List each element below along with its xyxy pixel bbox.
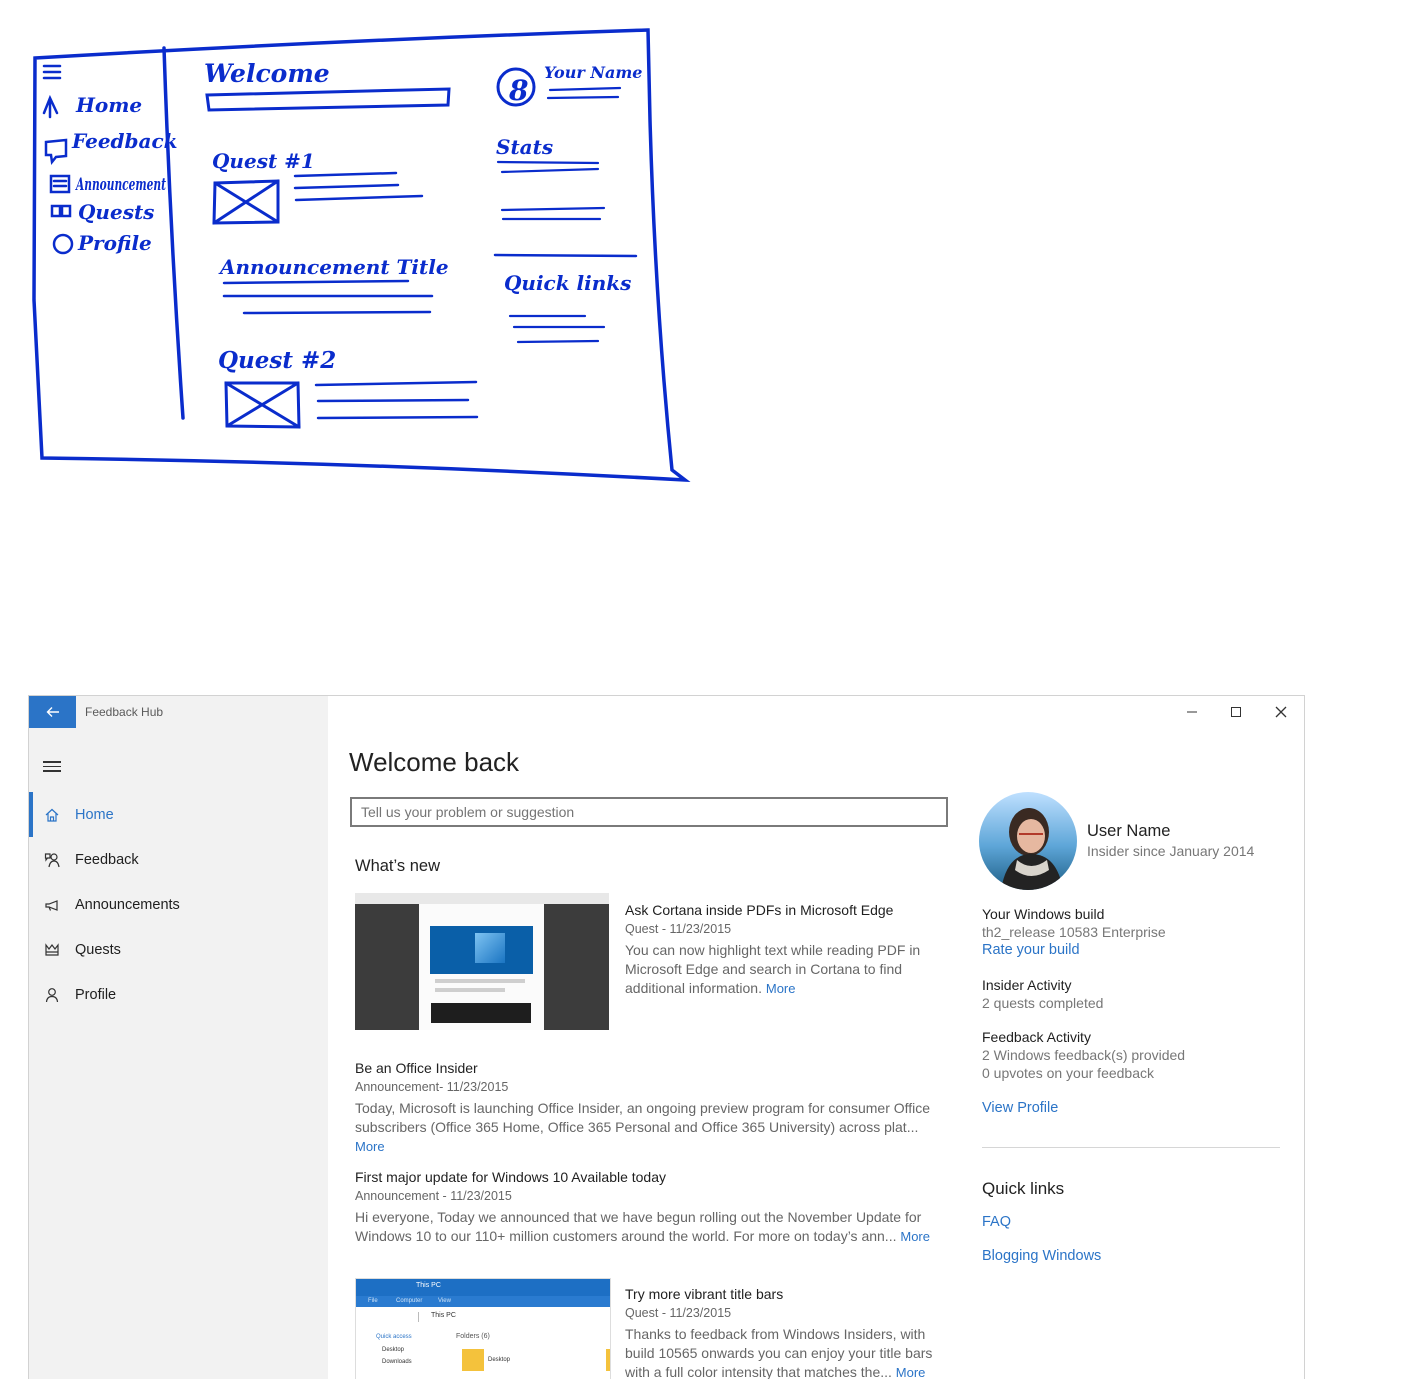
feedback-activity-section: Feedback Activity 2 Windows feedback(s) … [982,1029,1185,1081]
quests-icon [29,942,75,958]
page-title: Welcome back [349,747,520,777]
nav-label-announcements: Announcements [75,896,180,913]
explorer-tab: File [368,1298,378,1304]
sketch-quest-2: Quest #2 [218,347,336,374]
nav-item-home[interactable]: Home [29,792,328,837]
quick-links-heading: Quick links [982,1179,1065,1198]
more-link[interactable]: More [896,1365,926,1379]
whats-new-heading: What’s new [355,857,440,875]
sketch-nav-announcements: Announcement [75,175,166,195]
explorer-folder-name: Desktop [488,1357,511,1363]
explorer-path: This PC [431,1312,456,1319]
nav-item-profile[interactable]: Profile [29,972,328,1017]
home-icon [29,807,75,823]
hamburger-menu-icon[interactable] [43,758,61,774]
rate-build-link[interactable]: Rate your build [982,942,1166,958]
windows-build-section: Your Windows build th2_release 10583 Ent… [982,906,1166,958]
explorer-item: Downloads [382,1359,412,1365]
more-link[interactable]: More [900,1229,930,1244]
feed-item-text: Hi everyone, Today we announced that we … [355,1209,922,1244]
app-title: Feedback Hub [85,705,164,719]
quick-link-blogging-wrap: Blogging Windows [982,1248,1101,1264]
megaphone-icon [29,897,75,913]
user-name: User Name [1087,822,1171,840]
nav-label-feedback: Feedback [75,851,139,868]
sketch-quick-links: Quick links [504,271,631,295]
folder-icon [462,1349,484,1371]
feedback-activity-value: 2 Windows feedback(s) provided [982,1047,1186,1063]
feed-item-title: Be an Office Insider [355,1060,478,1076]
nav-item-feedback[interactable]: Feedback [29,837,328,882]
nav-label-profile: Profile [75,986,117,1003]
svg-text:8: 8 [508,74,528,107]
explorer-item: Desktop [382,1347,405,1353]
wireframe-sketch: Home Feedback Announcement Quests Profil… [32,28,691,483]
main-content: Welcome back What’s new Ask Cortana insi… [349,696,954,1379]
explorer-folders-heading: Folders (6) [456,1333,490,1340]
sketch-stats: Stats [496,135,553,159]
feed-item-title: Ask Cortana inside PDFs in Microsoft Edg… [625,902,894,918]
feedback-hub-window: Feedback Hub Home Feedback Announcements… [28,695,1305,1379]
sketch-your-name: Your Name [544,63,642,82]
avatar[interactable] [979,792,1077,890]
insider-activity-label: Insider Activity [982,977,1072,993]
nav-item-quests[interactable]: Quests [29,927,328,972]
feed-item-3[interactable]: First major update for Windows 10 Availa… [355,1169,945,1246]
feed-item-title: First major update for Windows 10 Availa… [355,1169,667,1185]
explorer-quick-access: Quick access [376,1334,412,1340]
nav-label-home: Home [75,806,114,823]
explorer-tab: View [438,1298,451,1304]
feed-item-meta: Quest - 11/23/2015 [625,922,732,936]
sketch-announcement-title: Announcement Title [218,255,449,279]
explorer-tab: Computer [396,1298,423,1304]
divider [982,1147,1280,1148]
quick-link-faq[interactable]: FAQ [982,1214,1011,1230]
feedback-icon [29,852,75,868]
nav-list: Home Feedback Announcements Quests Profi… [29,792,328,1017]
feed-item-body: Today, Microsoft is launching Office Ins… [355,1099,945,1156]
nav-label-quests: Quests [75,941,121,958]
feed-item-meta: Announcement - 11/23/2015 [355,1189,512,1203]
feed-item-body: You can now highlight text while reading… [625,941,935,998]
more-link[interactable]: More [355,1139,385,1154]
insider-activity-section: Insider Activity 2 quests completed [982,977,1103,1011]
feed-item-4-thumbnail[interactable]: This PC File Computer View This PC Quick… [355,1278,611,1379]
feed-item-2[interactable]: Be an Office Insider Announcement- 11/23… [355,1060,945,1156]
sketch-quest-1: Quest #1 [212,149,315,173]
sketch-nav-profile: Profile [77,231,152,255]
feed-item-body: Hi everyone, Today we announced that we … [355,1208,945,1246]
nav-item-announcements[interactable]: Announcements [29,882,328,927]
view-profile-wrap: View Profile [982,1100,1058,1116]
feed-item-1[interactable]: Ask Cortana inside PDFs in Microsoft Edg… [625,902,935,998]
sidebar: Feedback Hub Home Feedback Announcements… [29,696,328,1379]
feed-item-meta: Quest - 11/23/2015 [625,1306,732,1320]
back-button[interactable] [29,696,76,728]
quick-link-faq-wrap: FAQ [982,1214,1011,1230]
sketch-nav-home: Home [75,93,142,117]
feed-item-text: Today, Microsoft is launching Office Ins… [355,1100,931,1135]
back-arrow-icon [46,707,59,717]
sketch-nav-quests: Quests [78,200,154,224]
feedback-search-input[interactable] [350,797,948,827]
feed-item-title: Try more vibrant title bars [625,1286,784,1302]
feedback-upvotes-value: 0 upvotes on your feedback [982,1065,1155,1081]
feed-item-meta: Announcement- 11/23/2015 [355,1080,509,1094]
feed-item-text: Thanks to feedback from Windows Insiders… [625,1326,933,1379]
quick-link-blogging-windows[interactable]: Blogging Windows [982,1248,1101,1264]
sketch-nav-feedback: Feedback [71,129,178,153]
feed-item-1-thumbnail[interactable] [355,893,609,1030]
build-label: Your Windows build [982,906,1105,922]
sketch-welcome: Welcome [204,59,330,88]
explorer-title: This PC [356,1279,610,1296]
insider-activity-value: 2 quests completed [982,995,1104,1011]
view-profile-link[interactable]: View Profile [982,1100,1058,1116]
profile-panel: User Name Insider since January 2014 You… [979,696,1289,1379]
insider-since: Insider since January 2014 [1087,843,1255,859]
feed-item-body: Thanks to feedback from Windows Insiders… [625,1325,945,1379]
build-value: th2_release 10583 Enterprise [982,924,1166,940]
person-icon [29,987,75,1003]
more-link[interactable]: More [766,981,796,996]
feedback-activity-label: Feedback Activity [982,1029,1091,1045]
feed-item-4[interactable]: Try more vibrant title bars Quest - 11/2… [625,1286,945,1379]
